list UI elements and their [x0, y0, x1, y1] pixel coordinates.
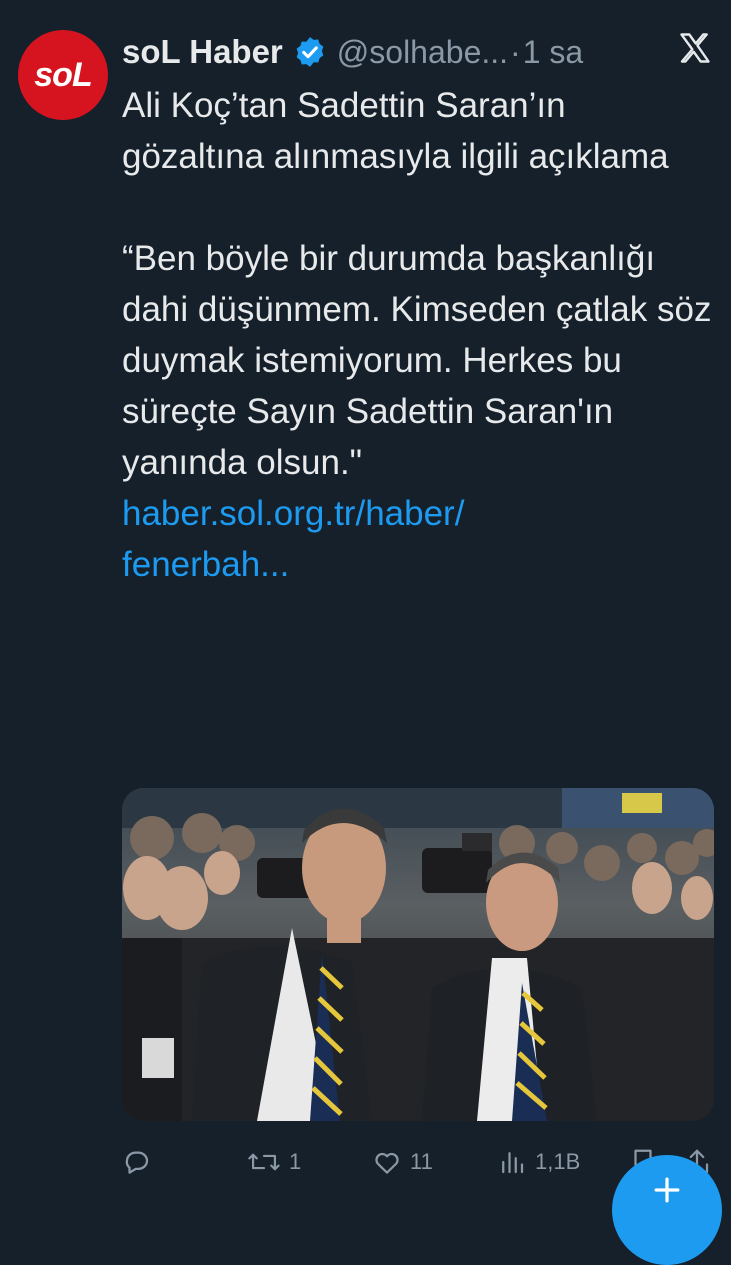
- display-name[interactable]: soL Haber: [122, 33, 283, 71]
- compose-button[interactable]: [612, 1155, 722, 1265]
- like-count: 11: [410, 1149, 433, 1174]
- reply-icon: [125, 1151, 149, 1174]
- retweet-button[interactable]: 1: [247, 1140, 301, 1184]
- handle[interactable]: @solhabe...: [337, 34, 508, 71]
- tweet-photo[interactable]: [122, 788, 714, 1121]
- tweet-link[interactable]: haber.sol.org.tr/haber/ fenerbah...: [122, 488, 717, 590]
- retweet-icon: [248, 1153, 280, 1171]
- like-icon: [375, 1152, 399, 1174]
- separator-dot: ·: [510, 33, 521, 70]
- view-count: 1,1B: [535, 1149, 581, 1174]
- retweet-count: 1: [289, 1149, 302, 1174]
- like-button[interactable]: 11: [372, 1140, 433, 1184]
- views-button[interactable]: 1,1B: [497, 1140, 580, 1184]
- tweet-text: Ali Koç’tan Sadettin Saran’ın gözaltına …: [122, 80, 717, 590]
- plus-icon: [654, 1177, 680, 1203]
- avatar[interactable]: soL: [18, 30, 108, 120]
- link-line-1[interactable]: haber.sol.org.tr/haber/: [122, 494, 464, 533]
- reply-button[interactable]: [122, 1140, 160, 1184]
- link-line-2[interactable]: fenerbah...: [122, 545, 289, 584]
- tweet-headline: Ali Koç’tan Sadettin Saran’ın gözaltına …: [122, 86, 669, 176]
- avatar-logo: soL: [34, 55, 92, 94]
- x-logo-icon[interactable]: [677, 30, 713, 66]
- verified-badge-icon: [296, 37, 324, 67]
- tweet: soL soL Haber @solhabe... · 1 sa Ali Koç…: [0, 0, 731, 1265]
- tweet-quote: “Ben böyle bir durumda başkanlığı dahi d…: [122, 239, 712, 482]
- timestamp[interactable]: 1 sa: [523, 34, 583, 71]
- views-icon: [502, 1152, 524, 1174]
- photo-illustration: [122, 788, 714, 1121]
- tweet-header: soL Haber @solhabe... · 1 sa: [122, 28, 711, 76]
